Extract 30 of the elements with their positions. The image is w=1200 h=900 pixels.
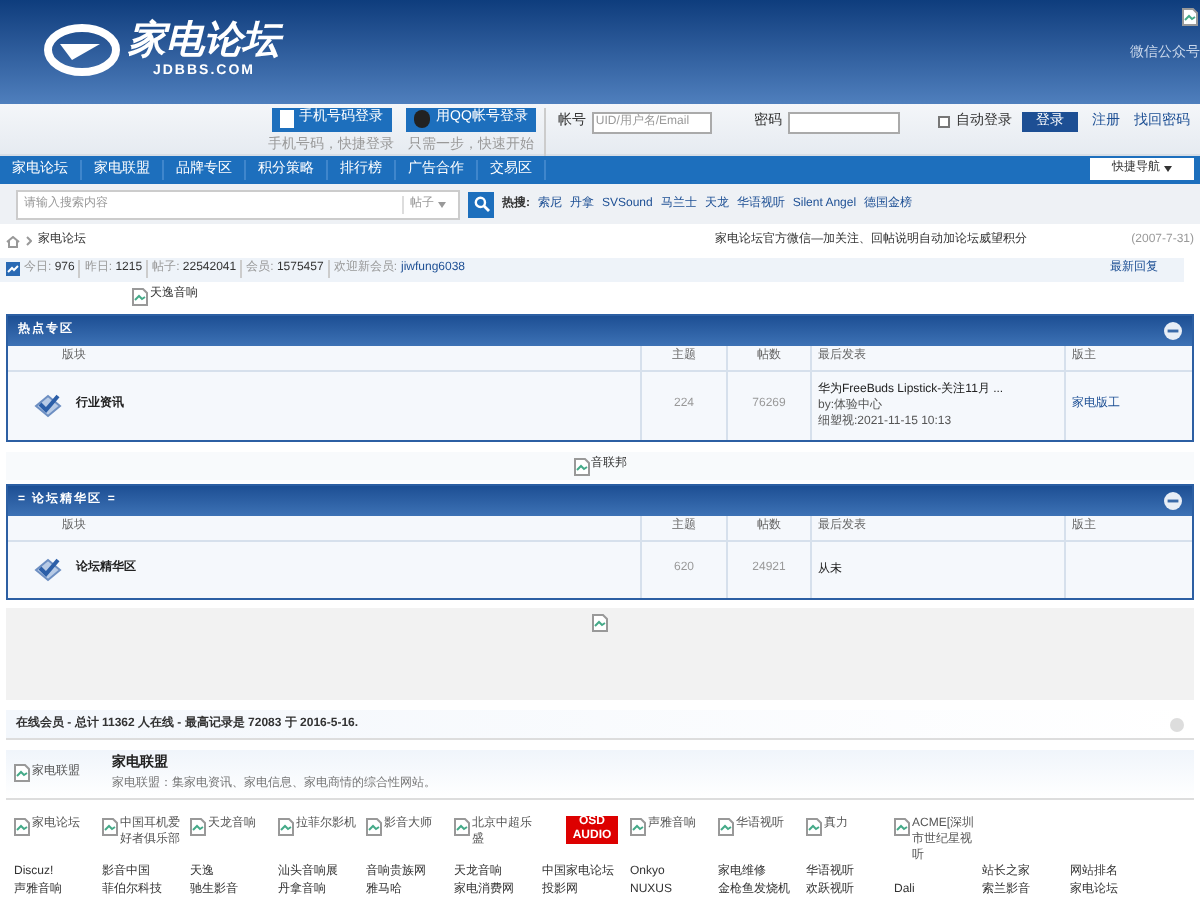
broken-image-icon — [190, 818, 206, 836]
broken-image-icon — [806, 818, 822, 836]
broken-image-icon — [102, 818, 118, 836]
forum-check-icon — [32, 555, 64, 584]
broken-image-icon — [14, 818, 30, 836]
broken-image-icon — [630, 818, 646, 836]
broken-image-icon — [278, 818, 294, 836]
logo-icon — [44, 24, 120, 76]
collapse-icon[interactable] — [1164, 491, 1182, 510]
auto-login-checkbox[interactable] — [937, 116, 950, 128]
home-icon[interactable] — [6, 235, 20, 248]
broken-image-icon — [132, 287, 148, 306]
phone-icon — [279, 110, 293, 128]
broken-image-icon — [1182, 8, 1198, 26]
broken-image-icon — [591, 613, 607, 632]
search-icon — [473, 196, 489, 213]
broken-image-icon — [454, 818, 470, 836]
chart-icon — [6, 262, 20, 277]
broken-image-icon — [894, 818, 910, 836]
chevron-right-icon — [26, 236, 32, 247]
forum-check-icon — [32, 391, 64, 420]
password-field[interactable] — [787, 111, 900, 133]
broken-image-icon — [366, 818, 382, 836]
caret-icon — [1164, 166, 1172, 173]
caret-icon — [438, 201, 446, 208]
broken-image-icon — [718, 818, 734, 836]
logo-title: 家电论坛 — [128, 20, 280, 64]
collapse-icon[interactable] — [1164, 321, 1182, 340]
broken-image-icon — [14, 764, 30, 783]
search-button[interactable] — [468, 191, 494, 218]
